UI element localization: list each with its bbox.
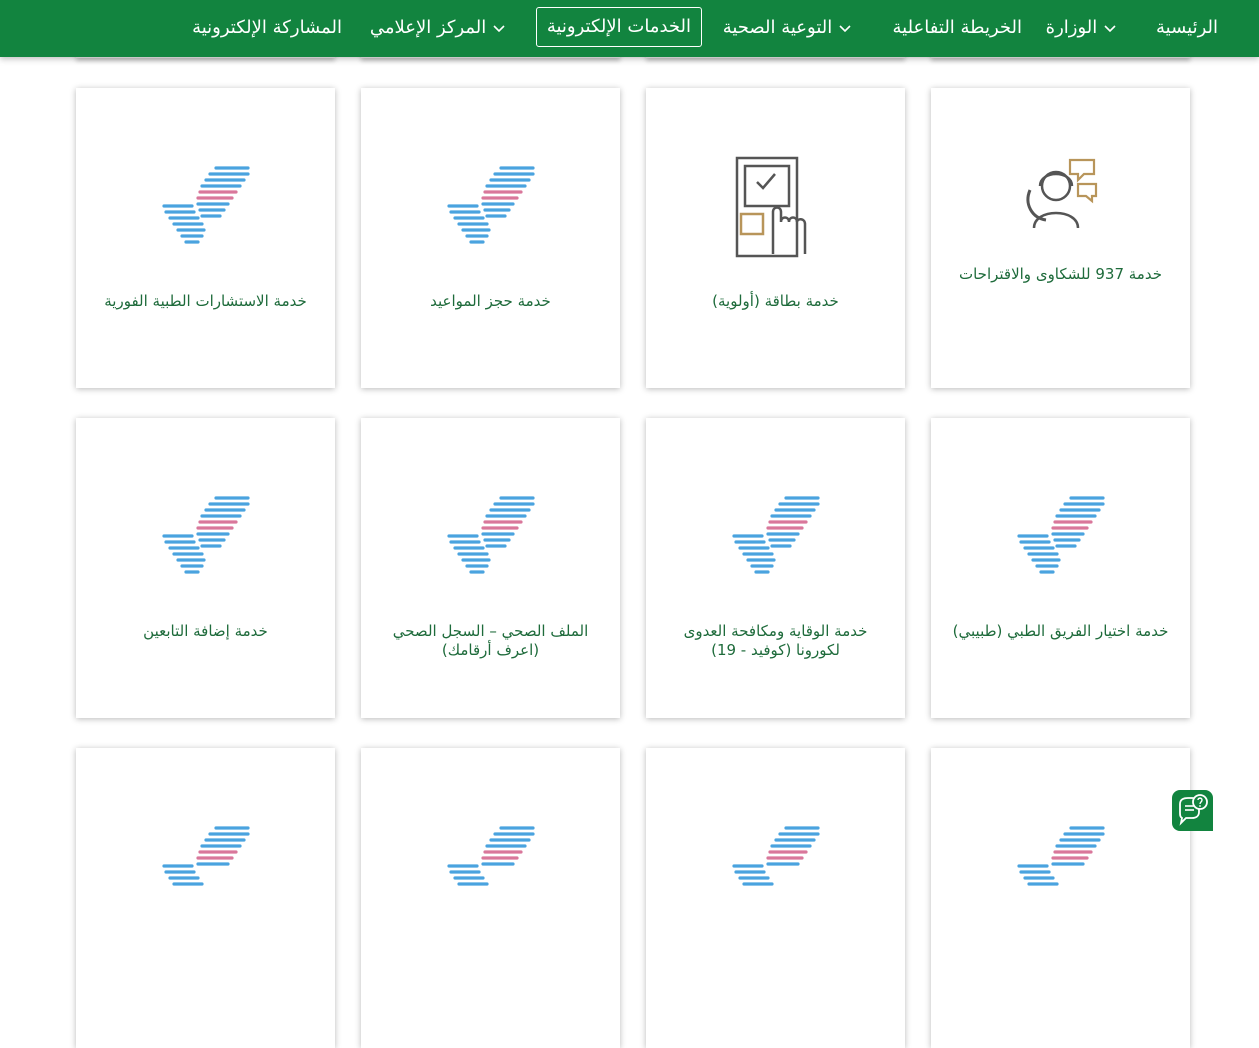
nav-interactive-map-label: الخريطة التفاعلية: [892, 17, 1022, 38]
call-center-icon: [1026, 158, 1097, 229]
service-card-dependents[interactable]: خدمة إضافة التابعين: [76, 418, 335, 718]
service-title: خدمة 937 للشكاوى والاقتراحات: [958, 265, 1162, 283]
checkmark-icon: [161, 826, 250, 886]
checkmark-icon: [446, 496, 535, 574]
service-card-priority[interactable]: خدمة بطاقة (أولوية): [646, 88, 905, 388]
checkmark-icon: [731, 496, 820, 574]
priority-card-icon: [735, 156, 806, 258]
service-card-covid[interactable]: خدمة الوقاية ومكافحة العدوى لكورونا (كوف…: [646, 418, 905, 718]
nav-e-services-label: الخدمات الإلكترونية: [546, 16, 691, 37]
nav-health-awareness-label: التوعية الصحية: [722, 17, 833, 38]
nav-ministry[interactable]: الوزارة: [1046, 0, 1121, 57]
nav-home-label: الرئيسية: [1156, 17, 1218, 38]
checkmark-icon: [1016, 826, 1105, 886]
service-card[interactable]: [646, 748, 905, 1048]
nav-home[interactable]: الرئيسية: [1156, 0, 1218, 57]
chat-help-icon: [1179, 794, 1208, 826]
service-card-937[interactable]: خدمة 937 للشكاوى والاقتراحات: [931, 88, 1190, 388]
nav-ministry-label: الوزارة: [1045, 17, 1098, 38]
service-card[interactable]: [76, 748, 335, 1048]
service-title: خدمة الاستشارات الطبية الفورية: [104, 292, 307, 310]
checkmark-icon: [161, 496, 250, 574]
checkmark-icon: [1016, 496, 1105, 574]
nav-interactive-map[interactable]: الخريطة التفاعلية: [893, 0, 1022, 57]
service-card-consultations[interactable]: خدمة الاستشارات الطبية الفورية: [76, 88, 335, 388]
service-card-appointments[interactable]: خدمة حجز المواعيد: [361, 88, 620, 388]
checkmark-icon: [446, 826, 535, 886]
service-title: خدمة الوقاية ومكافحة العدوى لكورونا (كوف…: [683, 622, 868, 659]
service-title: خدمة حجز المواعيد: [430, 292, 551, 310]
nav-health-awareness[interactable]: التوعية الصحية: [723, 0, 856, 57]
service-title: خدمة بطاقة (أولوية): [712, 292, 839, 310]
service-title: الملف الصحي – السجل الصحي (اعرف أرقامك): [392, 622, 589, 659]
nav-e-services[interactable]: الخدمات الإلكترونية: [535, 7, 702, 47]
chevron-down-icon: [1104, 25, 1116, 33]
checkmark-icon: [731, 826, 820, 886]
service-title: خدمة اختيار الفريق الطبي (طبيبي): [952, 622, 1169, 640]
top-navbar: الرئيسية الوزارة الخريطة التفاعلية التوع…: [0, 0, 1259, 57]
nav-media-center[interactable]: المركز الإعلامي: [370, 0, 510, 57]
chevron-down-icon: [493, 25, 505, 33]
service-card-health-file[interactable]: الملف الصحي – السجل الصحي (اعرف أرقامك): [361, 418, 620, 718]
checkmark-icon: [446, 166, 535, 244]
nav-media-center-label: المركز الإعلامي: [369, 17, 487, 38]
nav-e-participation-label: المشاركة الإلكترونية: [192, 17, 342, 38]
nav-e-participation[interactable]: المشاركة الإلكترونية: [192, 0, 342, 57]
service-card[interactable]: [931, 748, 1190, 1048]
service-card[interactable]: [361, 748, 620, 1048]
checkmark-icon: [161, 166, 250, 244]
service-title: خدمة إضافة التابعين: [143, 622, 268, 640]
chat-help-button[interactable]: [1172, 790, 1213, 831]
service-card-my-doctor[interactable]: خدمة اختيار الفريق الطبي (طبيبي): [931, 418, 1190, 718]
chevron-down-icon: [839, 25, 851, 33]
